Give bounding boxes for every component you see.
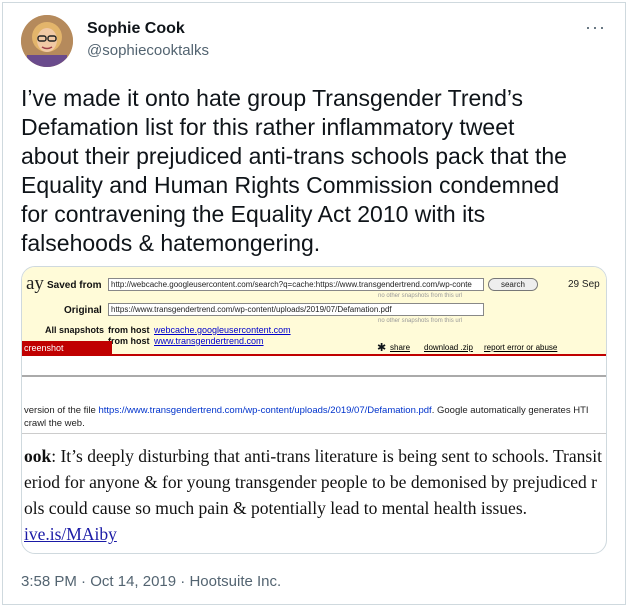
cache-line: version of the file https://www.transgen… [24, 404, 606, 417]
cache-prefix: version of the file [24, 405, 99, 416]
cache-suffix: . Google automatically generates HTI [431, 405, 589, 416]
article-line: ook: It’s deeply disturbing that anti-tr… [24, 443, 606, 469]
article-text: : It’s deeply disturbing that anti-trans… [51, 446, 602, 466]
article-line: eriod for anyone & for young transgender… [24, 472, 597, 492]
more-horizontal-icon[interactable]: ··· [585, 17, 606, 38]
cache-line: crawl the web. [24, 418, 85, 429]
no-snapshots-note: no other snapshots from this url [378, 318, 463, 324]
separator: · [81, 573, 87, 590]
article-line: ols could cause so much pain & potential… [24, 498, 528, 518]
tweet-date[interactable]: Oct 14, 2019 [90, 573, 176, 590]
tweet-time[interactable]: 3:58 PM [21, 573, 77, 590]
tweet-text: I’ve made it onto hate group Transgender… [21, 84, 611, 258]
from-host-label: from host [108, 325, 150, 335]
all-snapshots-label: All snapshots [45, 325, 105, 335]
saved-from-label: Saved from [47, 280, 102, 291]
original-input: https://www.transgendertrend.com/wp-cont… [108, 303, 484, 316]
divider [22, 375, 606, 377]
original-label: Original [64, 305, 102, 316]
archive-logo: ay [26, 273, 44, 294]
archive-header: ay Saved from http://webcache.googleuser… [22, 267, 606, 356]
divider [22, 433, 606, 434]
share-icon: ✱ [377, 342, 387, 354]
saved-from-input: http://webcache.googleusercontent.com/se… [108, 278, 484, 291]
archive-search-button: search [488, 278, 538, 291]
separator: · [180, 573, 186, 590]
share-link: share [390, 343, 411, 352]
tweet-text-line: Equality and Human Rights Commission con… [21, 172, 560, 198]
avatar-image [21, 15, 73, 67]
avatar[interactable] [21, 15, 73, 67]
cache-notice: version of the file https://www.transgen… [24, 404, 606, 430]
report-link: report error or abuse [484, 343, 558, 352]
tweet-text-line: about their prejudiced anti-trans school… [21, 143, 567, 169]
tweet-text-line: for contravening the Equality Act 2010 w… [21, 201, 486, 227]
download-link: download .zip [424, 343, 473, 352]
tweet-source[interactable]: Hootsuite Inc. [189, 573, 281, 590]
host-link: www.transgendertrend.com [154, 336, 264, 346]
quoted-tweet-text: ook: It’s deeply disturbing that anti-tr… [24, 443, 606, 547]
archive-date: 29 Sep [568, 279, 600, 290]
tweet-text-line: falsehoods & hatemongering. [21, 230, 321, 256]
tweet-text-line: I’ve made it onto hate group Transgender… [21, 85, 524, 111]
article-link: ive.is/MAiby [24, 524, 117, 544]
article-author: ook [24, 446, 52, 466]
handle[interactable]: @sophiecooktalks [87, 42, 209, 59]
cache-url: https://www.transgendertrend.com/wp-cont… [98, 405, 432, 416]
host-link: webcache.googleusercontent.com [154, 325, 291, 335]
display-name[interactable]: Sophie Cook [87, 20, 185, 38]
tweet-text-line: Defamation list for this rather inflamma… [21, 114, 515, 140]
no-snapshots-note: no other snapshots from this url [378, 293, 463, 299]
archive-red-bar [22, 354, 606, 356]
tweet-timestamp[interactable]: 3:58 PM · Oct 14, 2019 · Hootsuite Inc. [21, 573, 281, 590]
from-host-label: from host [108, 336, 150, 346]
tweet-card: Sophie Cook @sophiecooktalks ··· I’ve ma… [2, 2, 626, 605]
tweet-media-image[interactable]: ay Saved from http://webcache.googleuser… [21, 266, 607, 554]
